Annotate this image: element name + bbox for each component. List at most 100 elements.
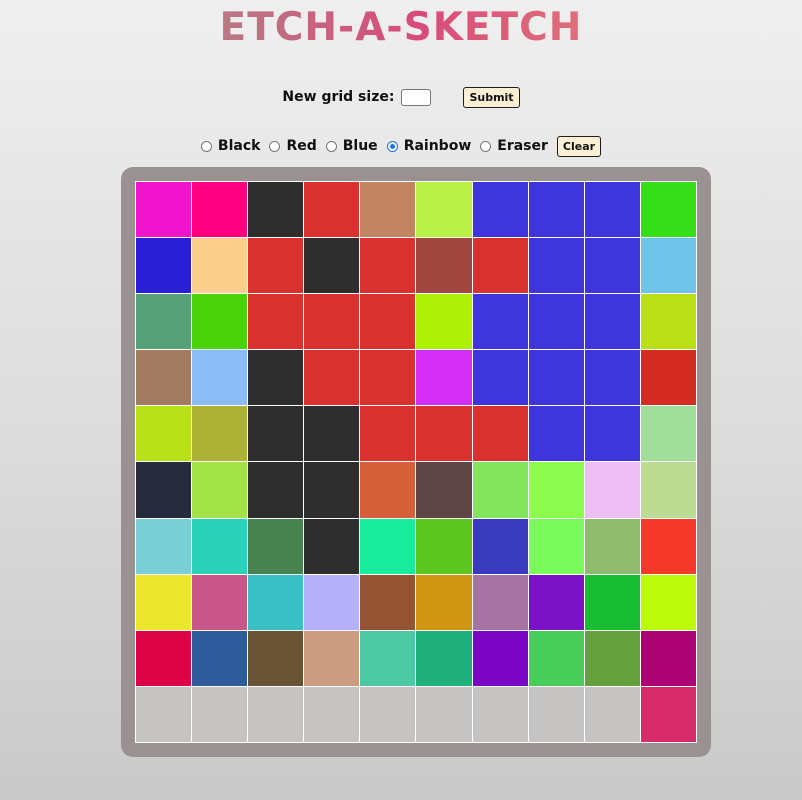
grid-cell[interactable] (640, 686, 696, 742)
grid-cell[interactable] (360, 182, 416, 238)
grid-cell[interactable] (416, 238, 472, 294)
grid-cell[interactable] (584, 686, 640, 742)
grid-cell[interactable] (248, 686, 304, 742)
grid-cell[interactable] (472, 462, 528, 518)
grid-cell[interactable] (192, 182, 248, 238)
grid-cell[interactable] (248, 238, 304, 294)
grid-cell[interactable] (360, 462, 416, 518)
grid-cell[interactable] (360, 238, 416, 294)
grid-cell[interactable] (136, 182, 192, 238)
grid-cell[interactable] (192, 518, 248, 574)
grid-cell[interactable] (416, 350, 472, 406)
grid-cell[interactable] (584, 630, 640, 686)
grid-cell[interactable] (528, 686, 584, 742)
mode-option-red[interactable]: Red (269, 138, 317, 154)
mode-option-eraser[interactable]: Eraser (480, 138, 548, 154)
grid-cell[interactable] (360, 350, 416, 406)
grid-cell[interactable] (360, 294, 416, 350)
grid-size-input[interactable] (401, 88, 432, 106)
grid-cell[interactable] (640, 406, 696, 462)
grid-cell[interactable] (472, 238, 528, 294)
grid-cell[interactable] (192, 294, 248, 350)
grid-cell[interactable] (528, 406, 584, 462)
grid-cell[interactable] (640, 182, 696, 238)
grid-cell[interactable] (528, 182, 584, 238)
grid-cell[interactable] (304, 406, 360, 462)
grid-cell[interactable] (416, 406, 472, 462)
grid-cell[interactable] (136, 350, 192, 406)
grid-cell[interactable] (416, 518, 472, 574)
grid-cell[interactable] (472, 518, 528, 574)
grid-cell[interactable] (136, 518, 192, 574)
grid-cell[interactable] (640, 462, 696, 518)
radio-blue[interactable] (325, 140, 337, 152)
grid-cell[interactable] (584, 294, 640, 350)
grid-cell[interactable] (640, 574, 696, 630)
grid-cell[interactable] (472, 350, 528, 406)
grid-cell[interactable] (304, 462, 360, 518)
grid-cell[interactable] (192, 238, 248, 294)
grid-cell[interactable] (472, 182, 528, 238)
grid-cell[interactable] (304, 518, 360, 574)
grid-cell[interactable] (360, 406, 416, 462)
grid-cell[interactable] (360, 574, 416, 630)
submit-button[interactable]: Submit (463, 86, 520, 108)
grid-cell[interactable] (360, 630, 416, 686)
mode-option-black[interactable]: Black (200, 138, 260, 154)
grid-cell[interactable] (248, 462, 304, 518)
grid-cell[interactable] (640, 630, 696, 686)
grid-cell[interactable] (248, 294, 304, 350)
grid-cell[interactable] (472, 630, 528, 686)
grid-cell[interactable] (248, 518, 304, 574)
grid-cell[interactable] (640, 350, 696, 406)
grid-cell[interactable] (472, 574, 528, 630)
grid-cell[interactable] (136, 406, 192, 462)
grid-cell[interactable] (416, 294, 472, 350)
grid-cell[interactable] (304, 294, 360, 350)
grid-cell[interactable] (584, 238, 640, 294)
grid-cell[interactable] (192, 350, 248, 406)
grid-cell[interactable] (360, 518, 416, 574)
grid-cell[interactable] (416, 462, 472, 518)
grid-cell[interactable] (528, 518, 584, 574)
grid-cell[interactable] (248, 406, 304, 462)
grid-cell[interactable] (136, 462, 192, 518)
grid-cell[interactable] (640, 294, 696, 350)
grid-cell[interactable] (528, 574, 584, 630)
grid-cell[interactable] (192, 686, 248, 742)
grid-cell[interactable] (248, 574, 304, 630)
grid-cell[interactable] (416, 630, 472, 686)
grid-cell[interactable] (248, 350, 304, 406)
mode-option-rainbow[interactable]: Rainbow (386, 138, 471, 154)
grid-cell[interactable] (192, 406, 248, 462)
grid-cell[interactable] (248, 182, 304, 238)
grid-cell[interactable] (304, 630, 360, 686)
grid-cell[interactable] (248, 630, 304, 686)
grid-cell[interactable] (304, 686, 360, 742)
grid-cell[interactable] (304, 182, 360, 238)
grid-cell[interactable] (136, 294, 192, 350)
grid-cell[interactable] (416, 182, 472, 238)
radio-black[interactable] (200, 140, 212, 152)
grid-cell[interactable] (304, 574, 360, 630)
grid-cell[interactable] (528, 294, 584, 350)
grid-cell[interactable] (416, 574, 472, 630)
mode-option-blue[interactable]: Blue (325, 138, 378, 154)
radio-rainbow[interactable] (386, 140, 398, 152)
grid-cell[interactable] (192, 462, 248, 518)
grid-cell[interactable] (472, 406, 528, 462)
grid-cell[interactable] (584, 350, 640, 406)
grid-cell[interactable] (528, 350, 584, 406)
grid-cell[interactable] (528, 238, 584, 294)
grid-cell[interactable] (136, 574, 192, 630)
grid-cell[interactable] (472, 294, 528, 350)
radio-eraser[interactable] (480, 140, 492, 152)
grid-cell[interactable] (136, 686, 192, 742)
clear-button[interactable]: Clear (556, 135, 602, 157)
grid-cell[interactable] (472, 686, 528, 742)
grid-cell[interactable] (640, 238, 696, 294)
grid-cell[interactable] (136, 238, 192, 294)
sketch-grid[interactable] (135, 181, 697, 743)
grid-cell[interactable] (640, 518, 696, 574)
grid-cell[interactable] (528, 630, 584, 686)
